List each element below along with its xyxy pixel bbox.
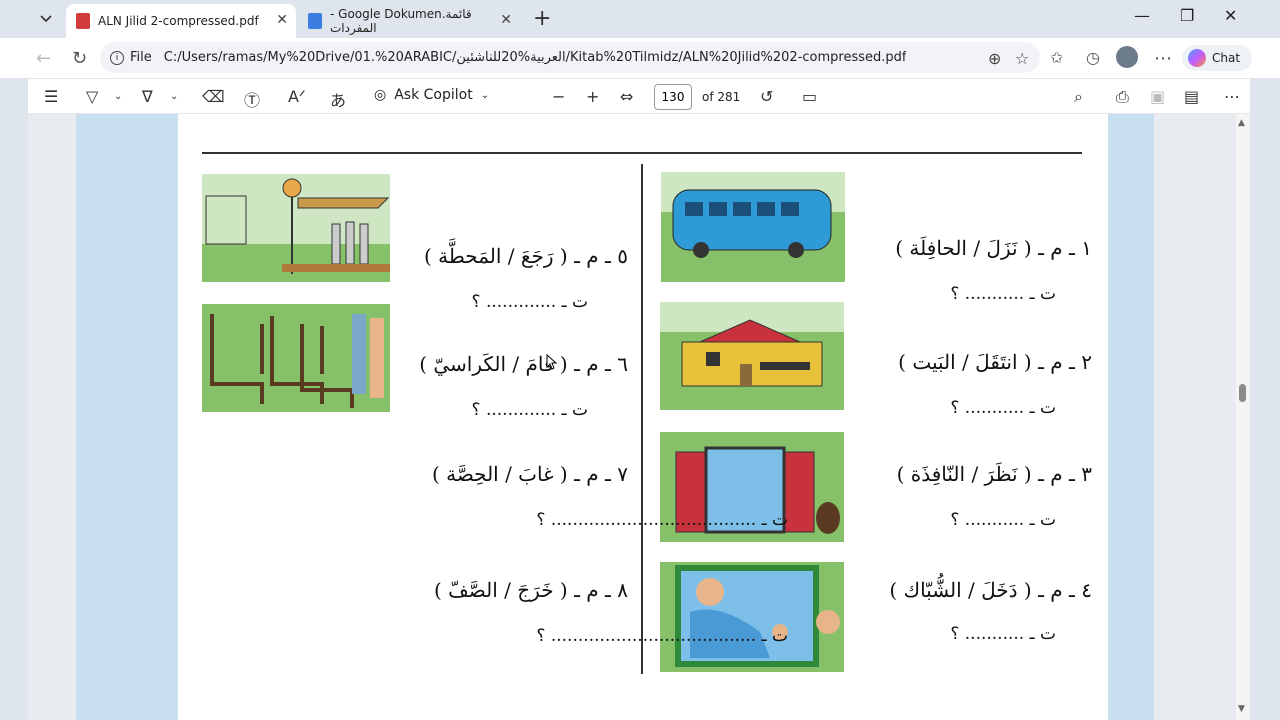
zoom-in-icon[interactable]: + [586, 87, 599, 106]
house-illustration [660, 302, 844, 410]
tab-google-docs[interactable]: - Google Dokumen.قائمة المفردات ✕ [298, 4, 520, 38]
exercise-3-answer: ت ـ ........... ؟ [950, 510, 1056, 530]
bus-station-illustration [202, 174, 390, 282]
exercise-8-answer: ت ـ ....................................… [536, 626, 788, 646]
info-icon[interactable]: i [110, 50, 124, 65]
zoom-out-icon[interactable]: − [552, 87, 565, 106]
back-icon[interactable]: ← [36, 48, 51, 69]
favorite-star-icon[interactable]: ☆ [1015, 49, 1029, 68]
refresh-icon[interactable]: ↻ [72, 48, 87, 69]
zoom-icon[interactable]: ⊕ [988, 49, 1001, 68]
fit-page-icon[interactable]: ⇔ [620, 87, 633, 106]
chevron-down-icon[interactable]: ⌄ [170, 91, 178, 102]
mouse-cursor-icon [546, 354, 558, 370]
scroll-down-arrow[interactable]: ▼ [1238, 704, 1245, 714]
translate-icon[interactable]: あ [330, 87, 346, 111]
page-number-input[interactable]: 130 [654, 84, 692, 110]
page-total: of 281 [702, 90, 741, 104]
boy-at-window-illustration [660, 562, 844, 672]
minimize-button[interactable]: — [1134, 6, 1150, 25]
address-field[interactable]: i File C:/Users/ramas/My%20Drive/01.%20A… [100, 42, 1040, 73]
scroll-up-arrow[interactable]: ▲ [1238, 118, 1245, 128]
tab-title: - Google Dokumen.قائمة المفردات [330, 7, 472, 35]
pdf-page: ١ ـ م ـ ( نَزَلَ / الحافِلَة ) ت ـ .....… [178, 114, 1108, 720]
contents-icon[interactable]: ☰ [44, 87, 58, 106]
page-view-icon[interactable]: ▭ [802, 87, 817, 106]
read-aloud-icon[interactable]: Aᐟ [288, 87, 306, 106]
exercise-6-question: ٦ ـ م ـ ( قامَ / الكَراسيّ ) [419, 352, 628, 376]
divider [202, 152, 1082, 154]
tab-bar: ALN Jilid 2-compressed.pdf ✕ - Google Do… [0, 0, 1280, 38]
chevron-down-icon [40, 15, 52, 23]
ask-copilot-label: Ask Copilot [394, 87, 473, 103]
pdf-viewer[interactable]: ١ ـ م ـ ( نَزَلَ / الحافِلَة ) ت ـ .....… [28, 114, 1250, 720]
copilot-icon [1188, 49, 1206, 67]
exercise-6-answer: ت ـ ............. ؟ [471, 400, 588, 420]
address-bar-row: ← ↻ i File C:/Users/ramas/My%20Drive/01.… [0, 38, 1280, 78]
chat-label: Chat [1212, 51, 1241, 65]
rotate-icon[interactable]: ↺ [760, 87, 773, 106]
exercise-5-answer: ت ـ ............. ؟ [471, 292, 588, 312]
pdf-icon [76, 13, 90, 29]
bus-illustration [661, 172, 845, 282]
scheme-label: File [130, 50, 152, 65]
url-text: C:/Users/ramas/My%20Drive/01.%20ARABIC/ا… [163, 50, 907, 65]
chevron-down-icon: ⌄ [480, 89, 490, 101]
more-options-icon[interactable]: ⋯ [1154, 48, 1172, 69]
tab-actions-menu-button[interactable] [32, 8, 60, 30]
text-box-icon[interactable]: Ⓣ [244, 87, 260, 111]
exercise-7-answer: ت ـ ....................................… [536, 510, 788, 530]
more-options-icon[interactable]: ⋯ [1224, 87, 1240, 106]
copilot-chat-button[interactable]: Chat [1182, 45, 1252, 71]
highlight-icon[interactable]: ▽ [86, 87, 98, 106]
exercise-7-question: ٧ ـ م ـ ( غابَ / الحِصَّة ) [431, 462, 628, 486]
google-docs-icon [308, 13, 322, 29]
search-icon[interactable]: ⌕ [1074, 87, 1083, 107]
exercise-5-question: ٥ ـ م ـ ( رَجَعَ / المَحطَّة ) [424, 244, 628, 268]
draw-icon[interactable]: ∇ [142, 87, 153, 106]
exercise-2-answer: ت ـ ........... ؟ [950, 398, 1056, 418]
new-tab-button[interactable]: + [533, 6, 551, 31]
close-icon[interactable]: ✕ [500, 12, 512, 28]
print-icon[interactable]: ⎙ [1116, 87, 1129, 107]
save-icon[interactable]: ▣ [1150, 87, 1165, 106]
exercise-2-question: ٢ ـ م ـ ( انتَقَلَ / البَيت ) [898, 350, 1092, 374]
save-as-icon[interactable]: ▤ [1184, 87, 1199, 106]
vertical-scrollbar[interactable]: ▲ ▼ [1236, 114, 1250, 720]
exercise-1-question: ١ ـ م ـ ( نَزَلَ / الحافِلَة ) [895, 236, 1092, 260]
copilot-icon: ◎ [374, 87, 387, 103]
chevron-down-icon[interactable]: ⌄ [114, 91, 122, 102]
exercise-1-answer: ت ـ ........... ؟ [950, 284, 1056, 304]
scroll-thumb[interactable] [1239, 384, 1246, 402]
exercise-4-answer: ت ـ ........... ؟ [950, 624, 1056, 644]
ask-copilot-button[interactable]: ◎ Ask Copilot ⌄ [374, 87, 489, 103]
divider [641, 164, 643, 674]
exercise-8-question: ٨ ـ م ـ ( خَرَجَ / الصَّفّ ) [433, 578, 628, 602]
pdf-toolbar: ☰ ▽ ⌄ ∇ ⌄ ⌫ Ⓣ Aᐟ あ ◎ Ask Copilot ⌄ − + ⇔… [28, 78, 1250, 114]
tab-title: ALN Jilid 2-compressed.pdf [98, 14, 259, 28]
exercise-3-question: ٣ ـ م ـ ( نَظَرَ / النّافِذَة ) [896, 462, 1092, 486]
favorites-icon[interactable]: ✩ [1050, 48, 1063, 67]
restore-button[interactable]: ❐ [1180, 6, 1194, 25]
window-close-button[interactable]: ✕ [1224, 6, 1237, 25]
tab-pdf[interactable]: ALN Jilid 2-compressed.pdf ✕ [66, 4, 296, 38]
erase-icon[interactable]: ⌫ [202, 87, 225, 106]
chairs-illustration [202, 304, 390, 412]
avatar[interactable] [1116, 46, 1138, 68]
close-icon[interactable]: ✕ [276, 12, 288, 28]
exercise-4-question: ٤ ـ م ـ ( دَخَلَ / الشُّبّاك ) [889, 578, 1092, 602]
history-icon[interactable]: ◷ [1086, 48, 1100, 67]
